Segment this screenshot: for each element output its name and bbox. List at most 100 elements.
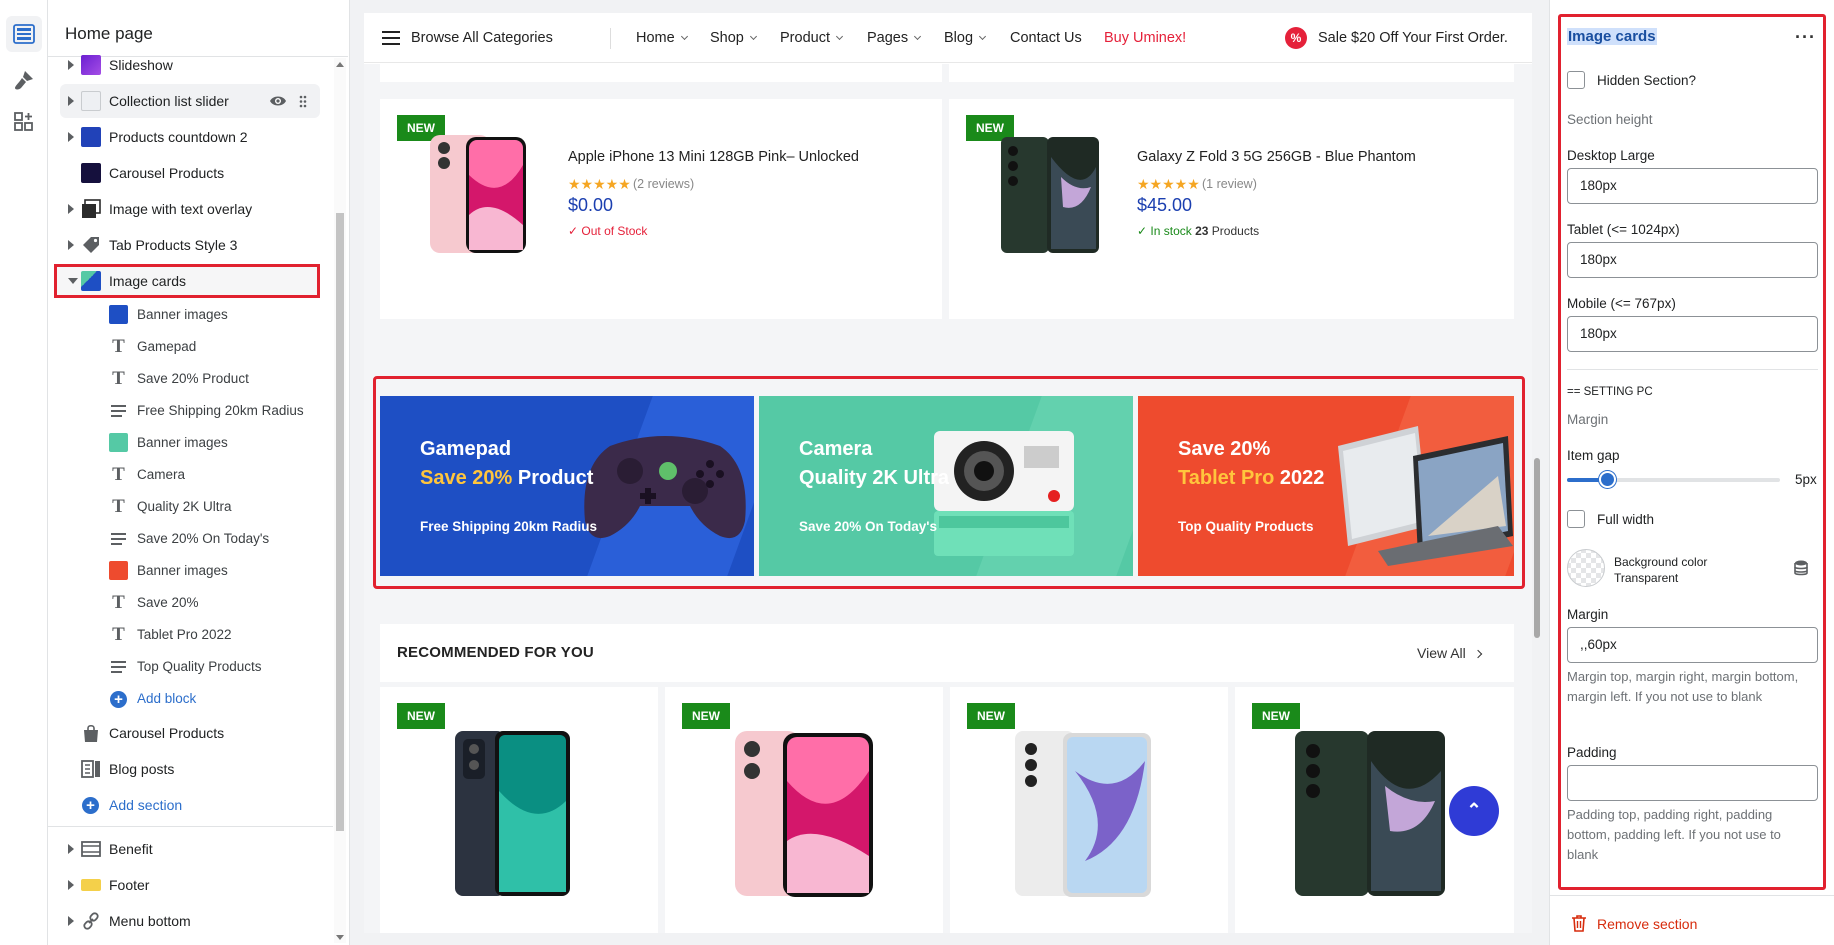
add-section-button[interactable]: + Add section bbox=[48, 788, 333, 822]
section-benefit[interactable]: Benefit bbox=[48, 832, 333, 866]
block-label: Save 20% On Today's bbox=[137, 531, 270, 546]
add-block-button[interactable]: + Add block bbox=[48, 682, 333, 716]
product-card[interactable]: NEW Galaxy Z Fold 3 5G 256GB - Blue Phan… bbox=[949, 99, 1514, 319]
preview-scrollbar[interactable] bbox=[1532, 13, 1542, 933]
plus-circle-icon: + bbox=[82, 797, 99, 814]
hidden-section-checkbox[interactable] bbox=[1567, 71, 1585, 89]
nav-buy[interactable]: Buy Uminex! bbox=[1104, 30, 1186, 46]
new-badge: NEW bbox=[682, 703, 730, 729]
block-banner-images[interactable]: Banner images bbox=[48, 298, 333, 332]
banner-subtitle: Tablet Pro 2022 bbox=[1178, 467, 1324, 490]
desktop-large-input[interactable]: 180px bbox=[1567, 168, 1818, 204]
full-width-label: Full width bbox=[1597, 512, 1655, 527]
caret-right-icon[interactable] bbox=[68, 96, 74, 106]
hamburger-icon[interactable] bbox=[382, 31, 400, 45]
caret-right-icon[interactable] bbox=[68, 240, 74, 250]
section-image-with-text-overlay[interactable]: Image with text overlay bbox=[48, 192, 333, 226]
scroll-up-arrow-icon[interactable] bbox=[336, 62, 344, 67]
drag-handle-icon[interactable] bbox=[299, 95, 307, 111]
block-text[interactable]: T Camera bbox=[48, 458, 333, 492]
mobile-input[interactable]: 180px bbox=[1567, 316, 1818, 352]
section-image-cards[interactable]: Image cards bbox=[54, 264, 320, 298]
banner-card-tablet[interactable]: Save 20% Tablet Pro 2022 Top Quality Pro… bbox=[1138, 396, 1514, 576]
product-card[interactable]: NEW Apple iPhone 13 Mini 128GB Pink– Unl… bbox=[380, 99, 942, 319]
eye-visibility-icon[interactable] bbox=[269, 94, 287, 111]
banner-card-camera[interactable]: Camera Quality 2K Ultra Save 20% On Toda… bbox=[759, 396, 1133, 576]
section-menu-bottom[interactable]: Menu bottom bbox=[48, 904, 333, 938]
scrollbar-thumb[interactable] bbox=[336, 213, 344, 831]
padding-input[interactable] bbox=[1567, 765, 1818, 801]
browse-categories-link[interactable]: Browse All Categories bbox=[411, 30, 553, 46]
block-text[interactable]: T Quality 2K Ultra bbox=[48, 490, 333, 524]
caret-right-icon[interactable] bbox=[68, 844, 74, 854]
block-label: Banner images bbox=[137, 307, 228, 322]
more-options-icon[interactable]: ··· bbox=[1795, 27, 1816, 48]
block-text[interactable]: T Gamepad bbox=[48, 330, 333, 364]
section-carousel-products[interactable]: Carousel Products bbox=[48, 156, 333, 190]
product-price: $45.00 bbox=[1137, 195, 1193, 215]
view-all-link[interactable]: View All bbox=[1417, 645, 1483, 661]
sections-icon[interactable] bbox=[6, 16, 42, 52]
caret-right-icon[interactable] bbox=[68, 204, 74, 214]
tablet-input[interactable]: 180px bbox=[1567, 242, 1818, 278]
caret-right-icon[interactable] bbox=[68, 132, 74, 142]
product-title[interactable]: Galaxy Z Fold 3 5G 256GB - Blue Phantom bbox=[1137, 149, 1416, 165]
banner-subtitle-rest: Quality 2K Ultra bbox=[799, 467, 950, 489]
background-color-swatch[interactable] bbox=[1567, 549, 1605, 587]
trash-icon bbox=[1571, 914, 1587, 935]
section-blog-posts[interactable]: Blog posts bbox=[48, 752, 333, 786]
block-paragraph[interactable]: Free Shipping 20km Radius bbox=[48, 394, 333, 428]
section-label: Menu bottom bbox=[109, 913, 191, 929]
product-card[interactable]: NEW bbox=[380, 687, 658, 933]
app-blocks-icon[interactable] bbox=[6, 104, 42, 140]
caret-down-icon[interactable] bbox=[68, 278, 78, 284]
block-paragraph[interactable]: Save 20% On Today's bbox=[48, 522, 333, 556]
section-tab-products-style-3[interactable]: Tab Products Style 3 bbox=[48, 228, 333, 262]
sidebar-scrollbar[interactable] bbox=[334, 58, 346, 943]
caret-right-icon[interactable] bbox=[68, 916, 74, 926]
banner-card-gamepad[interactable]: Gamepad Save 20% Product Free Shipping 2… bbox=[380, 396, 754, 576]
section-label: Image cards bbox=[109, 273, 187, 289]
section-collection-list-slider[interactable]: Collection list slider bbox=[60, 84, 320, 118]
tablet-image bbox=[1318, 416, 1514, 571]
stock-unit: Products bbox=[1211, 224, 1260, 238]
nav-pages[interactable]: Pages bbox=[867, 30, 922, 46]
block-text[interactable]: T Save 20% Product bbox=[48, 362, 333, 396]
scrollbar-thumb[interactable] bbox=[1534, 458, 1540, 638]
countdown-thumbnail-icon bbox=[81, 127, 101, 147]
block-text[interactable]: T Save 20% bbox=[48, 586, 333, 620]
database-icon[interactable] bbox=[1794, 560, 1808, 581]
scroll-down-arrow-icon[interactable] bbox=[336, 935, 344, 940]
divider bbox=[610, 28, 611, 49]
banner-title: Save 20% bbox=[1178, 438, 1271, 460]
block-paragraph[interactable]: Top Quality Products bbox=[48, 650, 333, 684]
section-label: Benefit bbox=[109, 841, 153, 857]
padding-label: Padding bbox=[1567, 745, 1617, 760]
back-to-top-button[interactable]: ⌃ bbox=[1449, 786, 1499, 836]
text-block-icon: T bbox=[112, 464, 125, 485]
chevron-right-icon bbox=[1473, 649, 1483, 659]
item-gap-slider-handle[interactable] bbox=[1599, 471, 1616, 488]
block-text[interactable]: T Tablet Pro 2022 bbox=[48, 618, 333, 652]
icon-rail bbox=[0, 0, 48, 945]
section-carousel-products[interactable]: Carousel Products bbox=[48, 716, 333, 750]
nav-contact[interactable]: Contact Us bbox=[1010, 30, 1082, 46]
nav-shop[interactable]: Shop bbox=[710, 30, 757, 46]
caret-right-icon[interactable] bbox=[68, 60, 74, 70]
block-banner-images[interactable]: Banner images bbox=[48, 554, 333, 588]
block-banner-images[interactable]: Banner images bbox=[48, 426, 333, 460]
product-title[interactable]: Apple iPhone 13 Mini 128GB Pink– Unlocke… bbox=[568, 149, 859, 165]
nav-home[interactable]: Home bbox=[636, 30, 688, 46]
full-width-checkbox[interactable] bbox=[1567, 510, 1585, 528]
background-color-label: Background color bbox=[1614, 555, 1708, 569]
product-card[interactable]: NEW bbox=[950, 687, 1228, 933]
section-products-countdown-2[interactable]: Products countdown 2 bbox=[48, 120, 333, 154]
section-footer[interactable]: Footer bbox=[48, 868, 333, 902]
nav-blog[interactable]: Blog bbox=[944, 30, 987, 46]
nav-product[interactable]: Product bbox=[780, 30, 844, 46]
product-card[interactable]: NEW bbox=[665, 687, 943, 933]
theme-settings-brush-icon[interactable] bbox=[6, 62, 42, 98]
margin-input[interactable]: ,,60px bbox=[1567, 627, 1818, 663]
caret-right-icon[interactable] bbox=[68, 880, 74, 890]
section-slideshow[interactable]: Slideshow bbox=[48, 48, 333, 82]
